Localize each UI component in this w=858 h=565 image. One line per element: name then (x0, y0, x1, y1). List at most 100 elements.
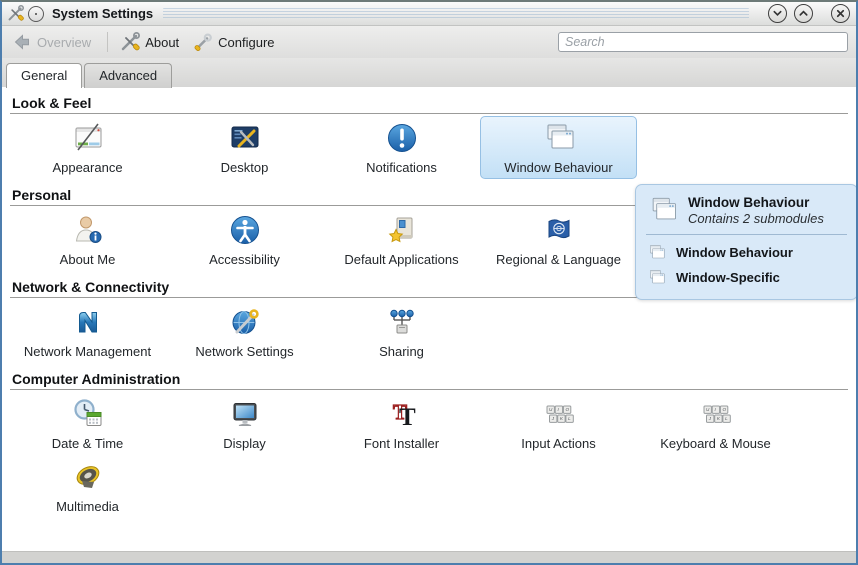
window-behaviour-icon (646, 193, 680, 227)
item-display[interactable]: Display (166, 392, 323, 455)
tab-general[interactable]: General (6, 63, 82, 88)
section-grid-computer-admin: Date & Time Display Font Installer Input… (2, 392, 856, 518)
appearance-icon (69, 119, 107, 157)
toolbar: Overview About Configure (2, 26, 856, 58)
tooltip-entry-window-behaviour[interactable]: Window Behaviour (646, 240, 847, 265)
window-behaviour-icon (646, 267, 667, 288)
sharing-icon (383, 303, 421, 341)
item-label: Accessibility (209, 252, 280, 267)
tooltip-entry-label: Window-Specific (676, 270, 780, 285)
item-keyboard-mouse[interactable]: Keyboard & Mouse (637, 392, 794, 455)
window-behaviour-icon (646, 242, 667, 263)
tooltip-entry-label: Window Behaviour (676, 245, 793, 260)
item-label: Appearance (52, 160, 122, 175)
item-label: About Me (60, 252, 116, 267)
item-label: Network Management (24, 344, 151, 359)
item-window-behaviour[interactable]: Window Behaviour (480, 116, 637, 179)
date-time-icon (69, 395, 107, 433)
keyboard-mouse-icon (697, 395, 735, 433)
item-label: Input Actions (521, 436, 595, 451)
item-label: Sharing (379, 344, 424, 359)
window-menu-button[interactable] (28, 6, 44, 22)
item-accessibility[interactable]: Accessibility (166, 208, 323, 271)
network-settings-icon (226, 303, 264, 341)
item-label: Multimedia (56, 499, 119, 514)
default-applications-icon (383, 211, 421, 249)
item-sharing[interactable]: Sharing (323, 300, 480, 363)
item-default-applications[interactable]: Default Applications (323, 208, 480, 271)
item-font-installer[interactable]: Font Installer (323, 392, 480, 455)
item-appearance[interactable]: Appearance (9, 116, 166, 179)
item-label: Display (223, 436, 266, 451)
section-divider (10, 389, 848, 390)
status-bar (2, 551, 856, 563)
chevron-down-icon (772, 8, 783, 19)
close-icon (835, 8, 846, 19)
input-actions-icon (540, 395, 578, 433)
tooltip-subtitle: Contains 2 submodules (688, 211, 824, 226)
titlebar[interactable]: System Settings (2, 2, 856, 26)
item-label: Network Settings (195, 344, 293, 359)
item-label: Notifications (366, 160, 437, 175)
chevron-up-icon (798, 8, 809, 19)
minimize-button[interactable] (768, 4, 787, 23)
network-management-icon (69, 303, 107, 341)
maximize-button[interactable] (794, 4, 813, 23)
section-divider (10, 113, 848, 114)
font-installer-icon (383, 395, 421, 433)
tools-icon (120, 32, 140, 52)
configure-button[interactable]: Configure (189, 29, 282, 55)
tab-advanced[interactable]: Advanced (84, 63, 172, 88)
accessibility-icon (226, 211, 264, 249)
app-icon (7, 5, 24, 22)
search-input[interactable] (558, 32, 848, 52)
close-button[interactable] (831, 4, 850, 23)
wrench-icon (193, 32, 213, 52)
item-network-settings[interactable]: Network Settings (166, 300, 323, 363)
about-me-icon (69, 211, 107, 249)
notifications-icon (383, 119, 421, 157)
item-desktop[interactable]: Desktop (166, 116, 323, 179)
titlebar-decoration (163, 8, 749, 19)
toolbar-separator (107, 32, 108, 52)
desktop-icon (226, 119, 264, 157)
tooltip-header: Window Behaviour Contains 2 submodules (646, 193, 847, 227)
multimedia-icon (69, 458, 107, 496)
display-icon (226, 395, 264, 433)
window-behaviour-tooltip: Window Behaviour Contains 2 submodules W… (635, 184, 858, 300)
item-input-actions[interactable]: Input Actions (480, 392, 637, 455)
about-label: About (145, 35, 179, 50)
item-about-me[interactable]: About Me (9, 208, 166, 271)
item-multimedia[interactable]: Multimedia (9, 455, 166, 518)
system-settings-window: System Settings Overview About Configure (0, 0, 858, 565)
item-label: Desktop (221, 160, 269, 175)
item-regional-language[interactable]: Regional & Language (480, 208, 637, 271)
window-behaviour-icon (540, 119, 578, 157)
settings-content: Look & Feel Appearance Desktop Notificat… (2, 87, 856, 551)
section-title-computer-admin: Computer Administration (12, 371, 846, 387)
section-grid-network: Network Management Network Settings Shar… (2, 300, 856, 363)
section-grid-look-feel: Appearance Desktop Notifications Window … (2, 116, 856, 179)
tooltip-divider (646, 234, 847, 235)
item-notifications[interactable]: Notifications (323, 116, 480, 179)
search-container (558, 32, 848, 52)
item-label: Keyboard & Mouse (660, 436, 771, 451)
tab-bar: General Advanced (2, 58, 856, 87)
tooltip-entry-window-specific[interactable]: Window-Specific (646, 265, 847, 290)
item-label: Font Installer (364, 436, 439, 451)
item-date-time[interactable]: Date & Time (9, 392, 166, 455)
about-button[interactable]: About (116, 29, 187, 55)
item-label: Default Applications (344, 252, 458, 267)
section-title-look-feel: Look & Feel (12, 95, 846, 111)
overview-button[interactable]: Overview (8, 29, 99, 55)
regional-language-icon (540, 211, 578, 249)
overview-label: Overview (37, 35, 91, 50)
item-label: Regional & Language (496, 252, 621, 267)
item-network-management[interactable]: Network Management (9, 300, 166, 363)
tooltip-title: Window Behaviour (688, 195, 824, 210)
item-label: Date & Time (52, 436, 124, 451)
window-title: System Settings (52, 6, 153, 21)
item-label: Window Behaviour (504, 160, 612, 175)
configure-label: Configure (218, 35, 274, 50)
back-arrow-icon (12, 32, 32, 52)
